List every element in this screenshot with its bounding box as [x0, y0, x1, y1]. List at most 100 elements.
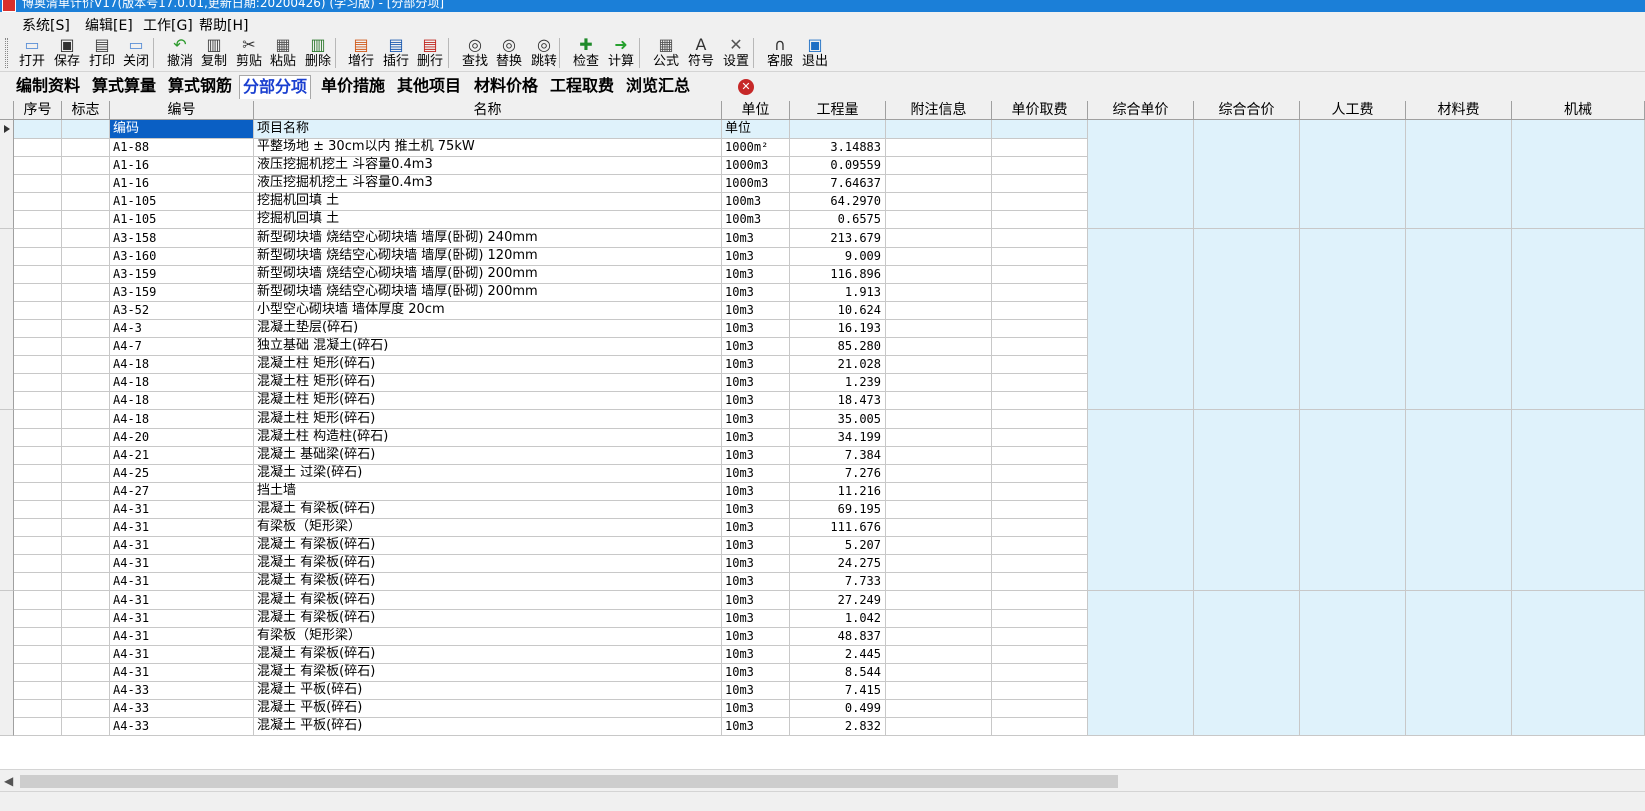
- cell-note[interactable]: [886, 138, 992, 157]
- cell-note[interactable]: [886, 681, 992, 700]
- cell-seq[interactable]: [14, 282, 62, 302]
- cell-seq[interactable]: [14, 699, 62, 719]
- cell-code[interactable]: A4-33: [110, 699, 254, 719]
- cell-machine[interactable]: [1512, 463, 1645, 483]
- cell-price[interactable]: [1088, 355, 1194, 375]
- cell-flag[interactable]: [62, 481, 110, 501]
- cell-seq[interactable]: [14, 481, 62, 501]
- table-row[interactable]: A4-18 混凝土柱 矩形(碎石) 10m3 18.473: [0, 391, 1645, 411]
- table-row[interactable]: A4-31 混凝土 有梁板(碎石) 10m3 24.275: [0, 554, 1645, 574]
- table-row[interactable]: A4-27 挡土墙 10m3 11.216: [0, 481, 1645, 501]
- cell-flag[interactable]: [62, 536, 110, 556]
- cell-machine[interactable]: [1512, 264, 1645, 284]
- cell-fee[interactable]: [992, 626, 1088, 646]
- cell-total[interactable]: [1194, 662, 1300, 682]
- cell-code[interactable]: A4-3: [110, 319, 254, 338]
- cell-labor[interactable]: [1300, 120, 1406, 139]
- cell-material[interactable]: [1406, 463, 1512, 483]
- cell-fee[interactable]: [992, 228, 1088, 248]
- cell-seq[interactable]: [14, 373, 62, 393]
- cell-unit[interactable]: 10m3: [722, 246, 790, 266]
- cell-fee[interactable]: [992, 536, 1088, 556]
- cell-machine[interactable]: [1512, 282, 1645, 302]
- cell-material[interactable]: [1406, 228, 1512, 248]
- cell-unit[interactable]: 10m3: [722, 427, 790, 447]
- cell-seq[interactable]: [14, 337, 62, 357]
- cell-code[interactable]: A1-16: [110, 156, 254, 176]
- column-header-flag[interactable]: 标志: [62, 101, 110, 120]
- cell-unit[interactable]: 10m3: [722, 282, 790, 302]
- cell-material[interactable]: [1406, 717, 1512, 737]
- cell-total[interactable]: [1194, 626, 1300, 646]
- cell-price[interactable]: [1088, 644, 1194, 664]
- cell-qty[interactable]: 10.624: [790, 300, 886, 320]
- row-selector[interactable]: [0, 608, 14, 628]
- cell-seq[interactable]: [14, 192, 62, 212]
- toolbar-button-scissors[interactable]: ✂ 剪贴: [232, 35, 266, 71]
- cell-flag[interactable]: [62, 300, 110, 320]
- cell-machine[interactable]: [1512, 644, 1645, 664]
- cell-code[interactable]: A4-33: [110, 681, 254, 700]
- cell-material[interactable]: [1406, 192, 1512, 212]
- scrollbar-thumb[interactable]: [20, 775, 1118, 788]
- cell-material[interactable]: [1406, 174, 1512, 194]
- cell-labor[interactable]: [1300, 608, 1406, 628]
- cell-machine[interactable]: [1512, 210, 1645, 230]
- row-selector[interactable]: [0, 481, 14, 501]
- cell-material[interactable]: [1406, 681, 1512, 700]
- cell-flag[interactable]: [62, 662, 110, 682]
- cell-price[interactable]: [1088, 445, 1194, 465]
- cell-labor[interactable]: [1300, 156, 1406, 176]
- cell-seq[interactable]: [14, 409, 62, 429]
- cell-seq[interactable]: [14, 717, 62, 737]
- cell-code[interactable]: A4-21: [110, 445, 254, 465]
- cell-note[interactable]: [886, 608, 992, 628]
- cell-material[interactable]: [1406, 608, 1512, 628]
- cell-machine[interactable]: [1512, 481, 1645, 501]
- cell-machine[interactable]: [1512, 427, 1645, 447]
- cell-price[interactable]: [1088, 210, 1194, 230]
- cell-flag[interactable]: [62, 174, 110, 194]
- cell-seq[interactable]: [14, 662, 62, 682]
- row-selector[interactable]: [0, 228, 14, 248]
- cell-fee[interactable]: [992, 409, 1088, 429]
- cell-flag[interactable]: [62, 409, 110, 429]
- cell-flag[interactable]: [62, 699, 110, 719]
- cell-labor[interactable]: [1300, 644, 1406, 664]
- cell-code[interactable]: A4-18: [110, 391, 254, 411]
- cell-fee[interactable]: [992, 699, 1088, 719]
- cell-name[interactable]: 挖掘机回填 土: [254, 210, 722, 230]
- table-row[interactable]: A3-158 新型砌块墙 烧结空心砌块墙 墙厚(卧砌) 240mm 10m3 213.…: [0, 228, 1645, 248]
- cell-unit[interactable]: 10m3: [722, 355, 790, 375]
- cell-code[interactable]: A1-105: [110, 192, 254, 212]
- cell-flag[interactable]: [62, 192, 110, 212]
- cell-name[interactable]: 项目名称: [254, 120, 722, 139]
- cell-note[interactable]: [886, 282, 992, 302]
- tab-2[interactable]: 算式钢筋: [168, 75, 232, 99]
- cell-total[interactable]: [1194, 500, 1300, 519]
- cell-total[interactable]: [1194, 319, 1300, 338]
- cell-total[interactable]: [1194, 608, 1300, 628]
- cell-code[interactable]: A1-16: [110, 174, 254, 194]
- cell-seq[interactable]: [14, 246, 62, 266]
- cell-labor[interactable]: [1300, 699, 1406, 719]
- cell-flag[interactable]: [62, 319, 110, 338]
- cell-price[interactable]: [1088, 391, 1194, 411]
- cell-unit[interactable]: 10m3: [722, 681, 790, 700]
- cell-fee[interactable]: [992, 518, 1088, 538]
- close-tab-icon[interactable]: ✕: [738, 79, 754, 95]
- cell-note[interactable]: [886, 644, 992, 664]
- tab-7[interactable]: 工程取费: [550, 75, 614, 99]
- cell-price[interactable]: [1088, 717, 1194, 737]
- cell-qty[interactable]: 9.009: [790, 246, 886, 266]
- cell-total[interactable]: [1194, 246, 1300, 266]
- tab-1[interactable]: 算式算量: [92, 75, 156, 99]
- table-row[interactable]: A4-31 有梁板（矩形梁） 10m3 48.837: [0, 626, 1645, 646]
- cell-machine[interactable]: [1512, 409, 1645, 429]
- cell-qty[interactable]: 2.445: [790, 644, 886, 664]
- tab-5[interactable]: 其他项目: [397, 75, 461, 99]
- cell-seq[interactable]: [14, 174, 62, 194]
- tab-3[interactable]: 分部分项: [239, 75, 312, 99]
- cell-name[interactable]: 挡土墙: [254, 481, 722, 501]
- cell-qty[interactable]: 85.280: [790, 337, 886, 357]
